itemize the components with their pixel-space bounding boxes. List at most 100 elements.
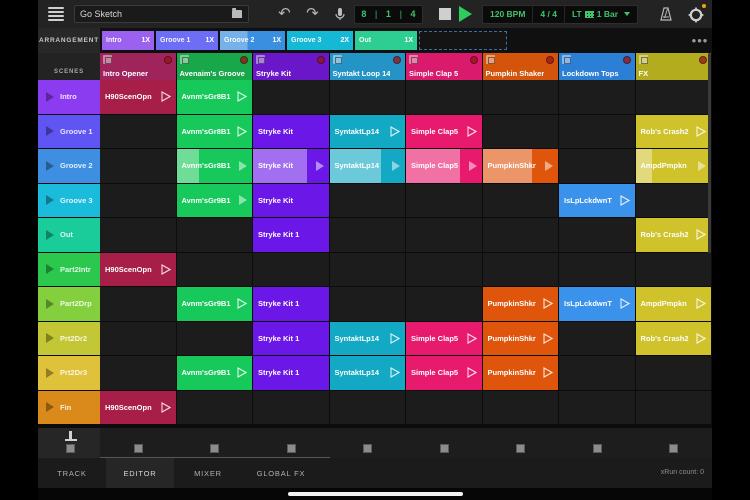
record-arm-button[interactable] xyxy=(317,56,325,64)
record-arm-button[interactable] xyxy=(240,56,248,64)
scene-launch-button[interactable]: Intro xyxy=(38,80,100,115)
clip-play-icon[interactable] xyxy=(696,229,706,240)
clip[interactable]: PumpkinShkr xyxy=(483,287,559,321)
arrangement-clip[interactable]: Intro1X xyxy=(102,31,154,50)
clip-slot[interactable] xyxy=(483,391,559,425)
clip-slot[interactable] xyxy=(100,149,176,183)
clip-slot[interactable]: Stryke Kit 1 xyxy=(253,218,329,252)
fader-knob[interactable] xyxy=(134,444,143,453)
clip-play-icon[interactable] xyxy=(467,333,477,344)
arrangement-label[interactable]: ARRANGEMENT xyxy=(38,28,100,53)
play-button[interactable] xyxy=(459,6,472,22)
record-arm-button[interactable] xyxy=(699,56,707,64)
track-fader[interactable] xyxy=(330,428,407,458)
fader-knob[interactable] xyxy=(363,444,372,453)
clip[interactable]: SyntaktLp14 xyxy=(330,149,406,183)
arrangement-clip[interactable]: Groove 11X xyxy=(156,31,218,50)
clip-slot[interactable] xyxy=(483,218,559,252)
clip[interactable]: Stryke Kit 1 xyxy=(253,287,329,321)
clip-slot[interactable] xyxy=(100,322,176,356)
project-name-field[interactable]: Go Sketch xyxy=(74,5,249,23)
grid-scrollbar[interactable] xyxy=(708,53,711,253)
clip[interactable]: AmpdPmpkn xyxy=(636,287,712,321)
clip[interactable]: Rob's Crash2 xyxy=(636,322,712,356)
clip-slot[interactable]: Avnm'sGr8B1 xyxy=(177,115,253,149)
clip[interactable]: Stryke Kit xyxy=(253,115,329,149)
clip[interactable]: Stryke Kit xyxy=(253,149,329,183)
clip-slot[interactable] xyxy=(330,287,406,321)
scene-launch-button[interactable]: Prt2Dr2 xyxy=(38,322,100,357)
clip-play-icon[interactable] xyxy=(316,161,324,171)
clip-play-icon[interactable] xyxy=(161,91,171,102)
clip-slot[interactable] xyxy=(406,287,482,321)
clip-play-icon[interactable] xyxy=(698,161,706,171)
fader-knob[interactable] xyxy=(287,444,296,453)
clip-slot[interactable]: Rob's Crash2 xyxy=(636,322,712,356)
clip-slot[interactable]: IsLpLckdwnT xyxy=(559,184,635,218)
clip-play-icon[interactable] xyxy=(392,161,400,171)
clip-play-icon[interactable] xyxy=(237,298,247,309)
clip[interactable]: AmpdPmpkn xyxy=(636,149,712,183)
clip-slot[interactable] xyxy=(330,184,406,218)
transport-position[interactable]: 8 | 1 | 4 xyxy=(354,5,423,24)
clip-slot[interactable] xyxy=(559,356,635,390)
clip-slot[interactable]: Rob's Crash2 xyxy=(636,115,712,149)
clip[interactable]: Avnm'sGr9B1 xyxy=(177,356,253,390)
clip-slot[interactable] xyxy=(559,115,635,149)
arrangement-empty-slot[interactable] xyxy=(419,31,507,50)
clip[interactable]: H90ScenOpn xyxy=(100,391,176,425)
clip[interactable]: Stryke Kit 1 xyxy=(253,218,329,252)
tab-track[interactable]: TRACK xyxy=(38,458,106,488)
fader-knob[interactable] xyxy=(516,444,525,453)
record-arm-button[interactable] xyxy=(470,56,478,64)
scene-launch-button[interactable]: Groove 3 xyxy=(38,184,100,219)
clip-slot[interactable] xyxy=(406,184,482,218)
clip[interactable]: PumpkinShkr xyxy=(483,322,559,356)
clip-slot[interactable]: PumpkinShkr xyxy=(483,322,559,356)
clip-play-icon[interactable] xyxy=(696,298,706,309)
track-header[interactable]: Intro Opener xyxy=(100,53,176,80)
clip[interactable]: Avnm'sGr9B1 xyxy=(177,287,253,321)
clip-play-icon[interactable] xyxy=(467,367,477,378)
clip-slot[interactable] xyxy=(483,184,559,218)
clip-slot[interactable] xyxy=(100,115,176,149)
clip-slot[interactable]: PumpkinShkr xyxy=(483,287,559,321)
clip-slot[interactable] xyxy=(559,149,635,183)
clip[interactable]: PumpkinShkr xyxy=(483,356,559,390)
clip[interactable]: SyntaktLp14 xyxy=(330,322,406,356)
clip[interactable]: Simple Clap5 xyxy=(406,322,482,356)
clip-slot[interactable] xyxy=(483,253,559,287)
clip-play-icon[interactable] xyxy=(696,333,706,344)
clip[interactable]: H90ScenOpn xyxy=(100,80,176,114)
clip-slot[interactable]: H90ScenOpn xyxy=(100,80,176,114)
arrangement-clip[interactable]: Groove 32X xyxy=(287,31,353,50)
clip-slot[interactable] xyxy=(253,80,329,114)
clip-slot[interactable]: Stryke Kit 1 xyxy=(253,322,329,356)
clip[interactable]: IsLpLckdwnT xyxy=(559,184,635,218)
time-signature-value[interactable]: 4 / 4 xyxy=(533,5,565,24)
clip-slot[interactable]: Stryke Kit xyxy=(253,115,329,149)
clip-slot[interactable] xyxy=(636,184,712,218)
clip-play-icon[interactable] xyxy=(543,367,553,378)
track-fader[interactable] xyxy=(559,428,636,458)
microphone-icon[interactable] xyxy=(330,4,350,24)
track-header[interactable]: Syntakt Loop 14 xyxy=(330,53,406,80)
track-header[interactable]: FX xyxy=(636,53,712,80)
clip-slot[interactable]: Avnm'sGr9B1 xyxy=(177,287,253,321)
scene-launch-button[interactable]: Out xyxy=(38,218,100,253)
clip-play-icon[interactable] xyxy=(696,126,706,137)
metronome-icon[interactable] xyxy=(656,4,676,24)
clip-slot[interactable] xyxy=(100,218,176,252)
clip[interactable]: Simple Clap5 xyxy=(406,115,482,149)
clip-slot[interactable] xyxy=(559,253,635,287)
clip-slot[interactable]: AmpdPmpkn xyxy=(636,149,712,183)
clip-slot[interactable]: Stryke Kit 1 xyxy=(253,356,329,390)
record-arm-button[interactable] xyxy=(164,56,172,64)
scene-launch-button[interactable]: Groove 2 xyxy=(38,149,100,184)
clip-slot[interactable] xyxy=(177,322,253,356)
clip-slot[interactable] xyxy=(559,391,635,425)
tab-mixer[interactable]: MIXER xyxy=(174,458,242,488)
clip-play-icon[interactable] xyxy=(620,195,630,206)
gear-icon[interactable] xyxy=(686,4,706,24)
clip-slot[interactable]: SyntaktLp14 xyxy=(330,115,406,149)
